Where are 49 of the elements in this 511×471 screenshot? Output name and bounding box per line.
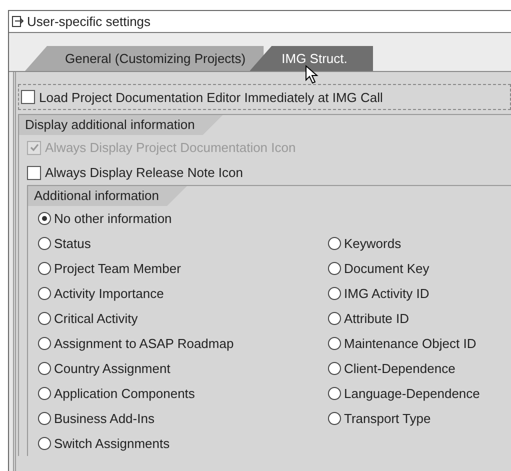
checkbox-label: Load Project Documentation Editor Immediately at IMG Call xyxy=(39,90,383,104)
radio-button[interactable] xyxy=(328,387,341,400)
radio-label: Application Components xyxy=(54,386,195,401)
radio-label: Country Assignment xyxy=(54,361,170,376)
window-title: User-specific settings xyxy=(27,14,151,29)
pointer-icon xyxy=(305,65,319,85)
radio-button[interactable] xyxy=(328,312,341,325)
checkbox[interactable] xyxy=(21,90,35,104)
radio-button[interactable] xyxy=(328,412,341,425)
radio-label: Attribute ID xyxy=(344,311,410,326)
radio-label: IMG Activity ID xyxy=(344,286,430,301)
radio-button[interactable] xyxy=(38,412,51,425)
radio-label: Assignment to ASAP Roadmap xyxy=(54,336,234,351)
radio-button[interactable] xyxy=(38,262,51,275)
radio-button[interactable] xyxy=(38,387,51,400)
radio-button[interactable] xyxy=(328,362,341,375)
checkbox[interactable] xyxy=(27,166,41,180)
radio-button[interactable] xyxy=(38,362,51,375)
radio-button[interactable] xyxy=(328,287,341,300)
radio-button[interactable] xyxy=(38,437,51,450)
checkbox-label: Always Display Project Documentation Icon xyxy=(45,140,296,155)
tab[interactable]: IMG Struct. xyxy=(250,46,374,71)
radio-label: No other information xyxy=(54,211,172,226)
radio-button[interactable] xyxy=(38,312,51,325)
radio-button[interactable] xyxy=(328,237,341,250)
radio-button[interactable] xyxy=(38,212,51,225)
radio-label: Switch Assignments xyxy=(54,436,170,451)
radio-label: Language-Dependence xyxy=(344,386,480,401)
checkbox-label: Always Display Release Note Icon xyxy=(45,165,243,180)
group-title: Additional information xyxy=(28,186,188,206)
radio-label: Project Team Member xyxy=(54,261,181,276)
group-title: Display additional information xyxy=(19,115,223,135)
tab[interactable]: General (Customizing Projects) xyxy=(25,46,264,71)
radio-label: Business Add-Ins xyxy=(54,411,154,426)
radio-label: Client-Dependence xyxy=(344,361,456,376)
checkmark-icon xyxy=(28,142,40,153)
window-icon xyxy=(12,16,24,28)
radio-button[interactable] xyxy=(38,337,51,350)
radio-button[interactable] xyxy=(328,262,341,275)
radio-label: Status xyxy=(54,236,91,251)
radio-label: Maintenance Object ID xyxy=(344,336,476,351)
radio-button[interactable] xyxy=(38,237,51,250)
radio-label: Activity Importance xyxy=(54,286,164,301)
radio-label: Keywords xyxy=(344,236,402,251)
radio-button[interactable] xyxy=(328,337,341,350)
radio-button[interactable] xyxy=(38,287,51,300)
radio-label: Document Key xyxy=(344,261,430,276)
radio-label: Transport Type xyxy=(344,411,431,426)
radio-label: Critical Activity xyxy=(54,311,138,326)
